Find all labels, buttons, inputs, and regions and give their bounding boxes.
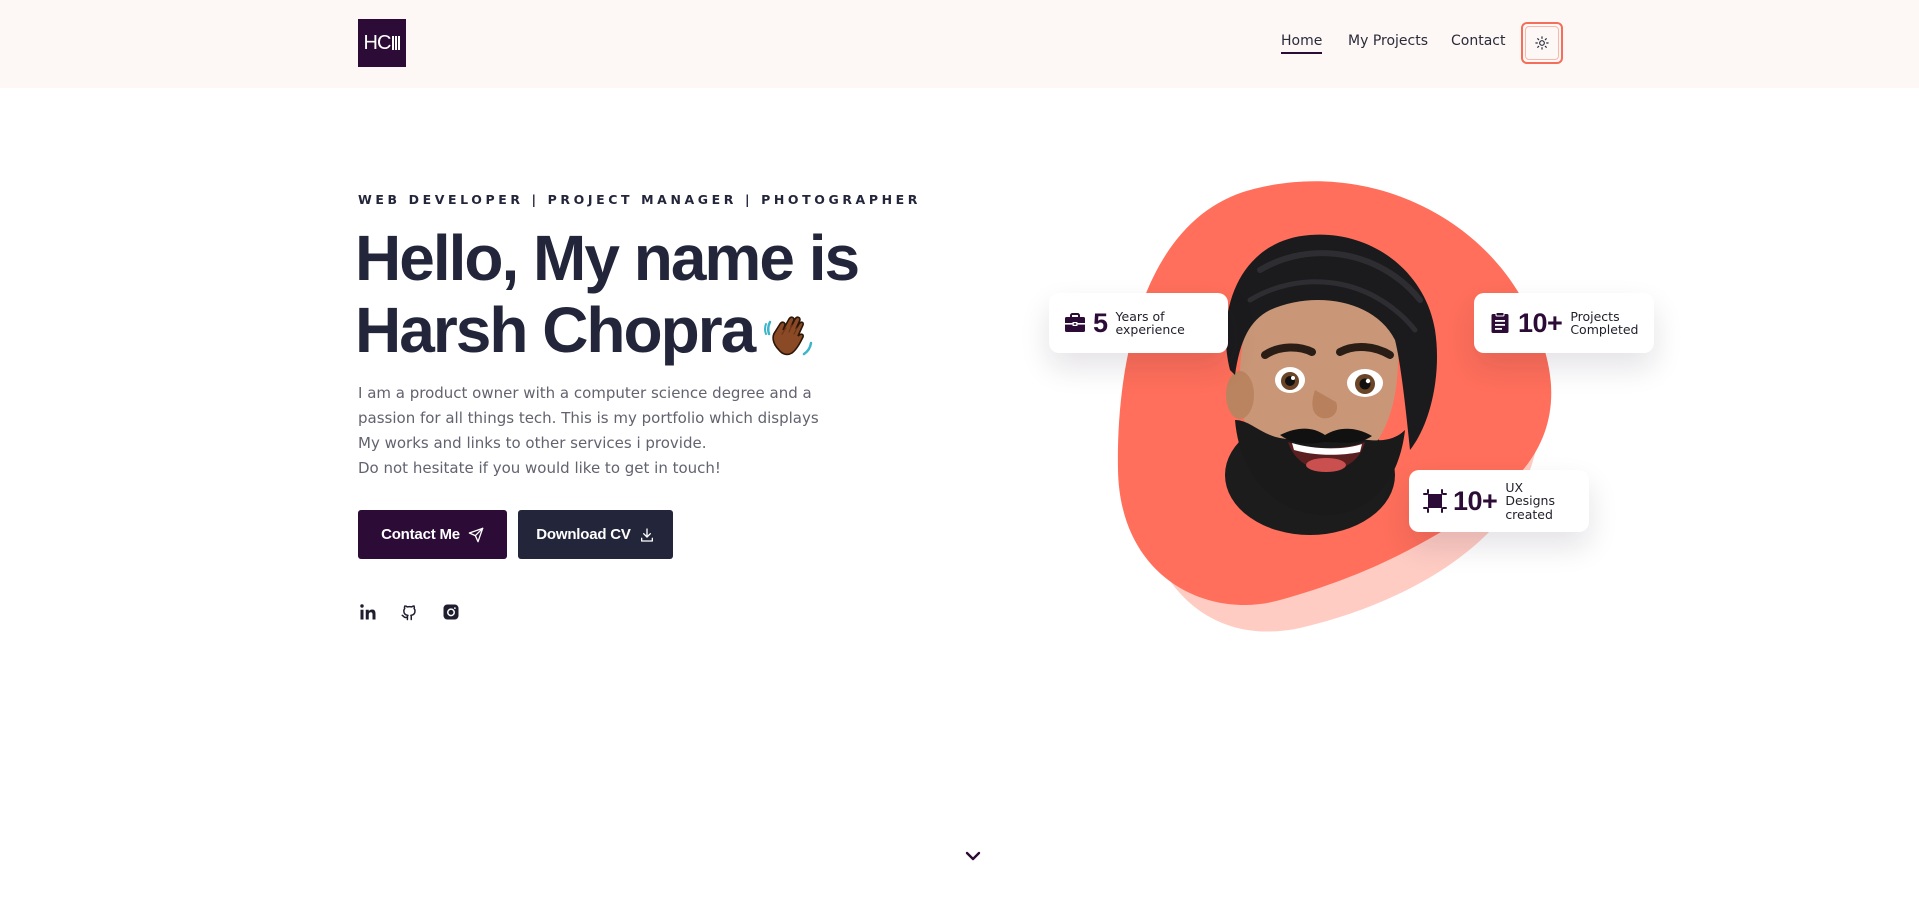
frame-icon (1423, 489, 1447, 513)
hero-title-line-2: Harsh Chopra (355, 294, 858, 366)
stat-value: 10+ (1453, 485, 1498, 516)
instagram-link[interactable] (441, 602, 461, 622)
nav-home-link[interactable]: Home (1281, 33, 1323, 54)
linkedin-link[interactable] (358, 602, 378, 622)
avatar-illustration (1117, 181, 1552, 632)
intro-line: Do not hesitate if you would like to get… (358, 459, 721, 477)
sun-icon (1535, 36, 1549, 50)
scroll-down-button[interactable] (962, 848, 984, 864)
stat-label: UX Designs created (1505, 479, 1555, 522)
stat-label: Projects Completed (1570, 308, 1639, 337)
hero-name: Harsh Chopra (355, 294, 756, 366)
stat-card-experience: 5 Years of experience (1049, 293, 1228, 353)
stat-value: 10+ (1518, 307, 1563, 338)
stat-label: Years of experience (1115, 308, 1185, 337)
theme-toggle-inner (1525, 26, 1559, 60)
intro-line: passion for all things tech. This is my … (358, 409, 819, 427)
nav-my-projects-link[interactable]: My Projects (1348, 33, 1428, 49)
waving-hand-icon (764, 316, 813, 356)
github-link[interactable] (399, 602, 419, 622)
hero-title: Hello, My name is Harsh Chopra (355, 222, 860, 366)
hero-tagline: WEB DEVELOPER | PROJECT MANAGER | PHOTOG… (358, 192, 922, 207)
linkedin-icon (360, 604, 376, 620)
nav-contact-link[interactable]: Contact (1451, 33, 1505, 49)
intro-line: I am a product owner with a computer sci… (358, 384, 812, 402)
chevron-down-icon (965, 851, 981, 861)
stat-card-projects: 10+ Projects Completed (1474, 293, 1654, 353)
clipboard-icon (1491, 312, 1509, 333)
contact-me-label: Contact Me (381, 526, 460, 543)
stat-value: 5 (1093, 307, 1108, 338)
send-icon (468, 527, 484, 542)
github-icon (401, 605, 416, 621)
download-cv-label: Download CV (536, 526, 631, 543)
contact-me-button[interactable]: Contact Me (358, 510, 507, 559)
stat-card-ux-designs: 10+ UX Designs created (1409, 470, 1589, 532)
download-cv-button[interactable]: Download CV (518, 510, 673, 559)
site-logo[interactable]: HC (358, 19, 406, 67)
instagram-icon (443, 604, 459, 620)
download-icon (640, 527, 653, 542)
hero-intro: I am a product owner with a computer sci… (358, 381, 819, 481)
intro-line: My works and links to other services i p… (358, 434, 707, 452)
logo-bars (392, 36, 401, 50)
site-header: HC Home My Projects Contact (0, 0, 1919, 88)
hero-title-line-1: Hello, My name is (355, 222, 860, 294)
briefcase-icon (1065, 313, 1085, 332)
theme-toggle-button[interactable] (1521, 22, 1563, 64)
logo-text: HC (363, 31, 392, 54)
